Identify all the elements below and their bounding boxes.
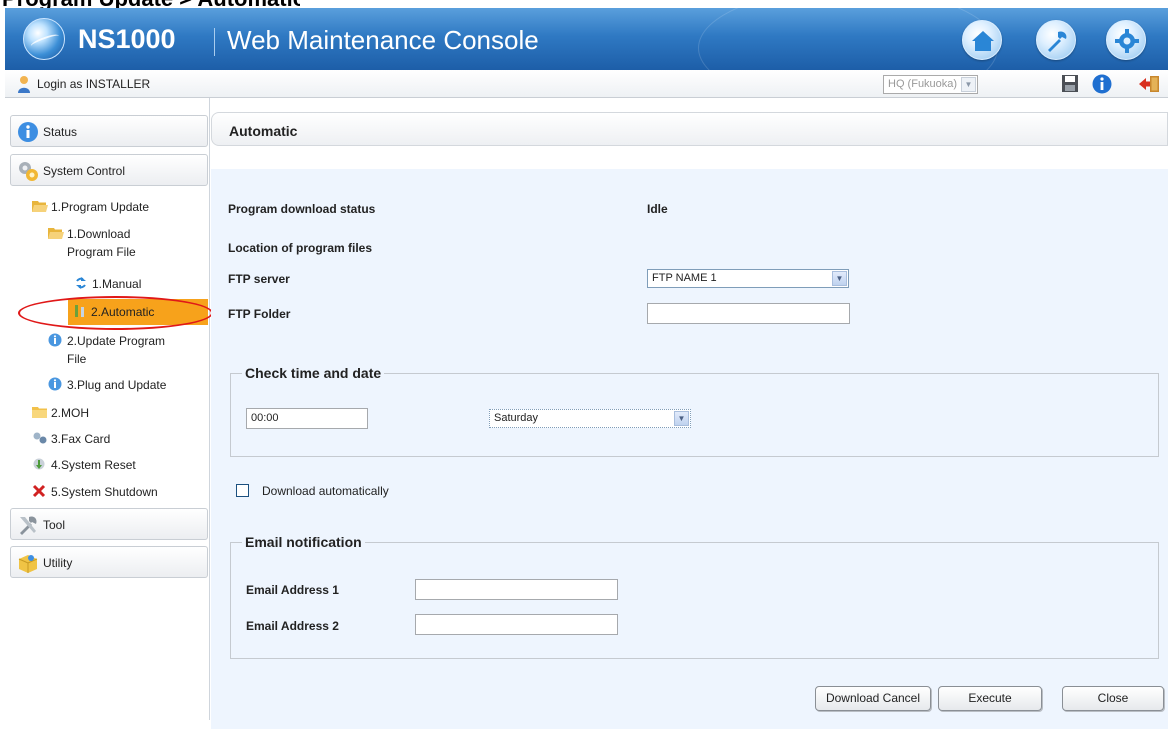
close-icon xyxy=(32,484,46,498)
refresh-icon xyxy=(76,277,86,289)
sidebar-item-fax-card[interactable]: 3.Fax Card xyxy=(32,430,110,448)
sidebar-item-manual[interactable]: 1.Manual xyxy=(73,275,141,293)
info-icon xyxy=(18,122,38,142)
sidebar-item-label: 1.Program Update xyxy=(51,200,150,214)
email2-label: Email Address 2 xyxy=(246,619,339,633)
settings-button[interactable] xyxy=(1106,20,1146,60)
sidebar-section-label: Tool xyxy=(43,518,66,532)
page-heading: Program Update > Automatic xyxy=(0,0,300,8)
app-header: NS1000 Web Maintenance Console xyxy=(5,8,1168,70)
sidebar-item-label: 2.Automatic xyxy=(91,305,155,319)
download-status-label: Program download status xyxy=(228,202,376,216)
check-time-title: Check time and date xyxy=(242,365,385,381)
sidebar-item-label: 2.MOH xyxy=(51,406,90,420)
download-status-value: Idle xyxy=(647,202,668,216)
day-select-value: Saturday xyxy=(494,412,539,424)
sidebar-item-label-line2: Program File xyxy=(67,245,136,259)
header-divider xyxy=(214,28,215,56)
site-select-value: HQ (Fukuoka) xyxy=(888,78,958,90)
email2-input[interactable] xyxy=(415,614,618,635)
header-decoration xyxy=(698,8,998,70)
sidebar-section-status[interactable]: Status xyxy=(10,115,208,147)
schedule-icon xyxy=(75,305,84,317)
app-brand: NS1000 xyxy=(78,24,176,54)
sidebar-section-label: Utility xyxy=(43,556,73,570)
info-circle-icon xyxy=(48,377,62,391)
ftp-server-select[interactable]: FTP NAME 1 ▼ xyxy=(647,269,849,288)
sidebar-item-system-shutdown[interactable]: 5.System Shutdown xyxy=(32,483,158,501)
sidebar-item-label: 2.Update Program xyxy=(67,334,166,348)
download-auto-label: Download automatically xyxy=(262,484,389,498)
sidebar-item-label: 5.System Shutdown xyxy=(51,485,158,499)
folder-open-icon xyxy=(32,201,48,212)
sidebar-item-program-update[interactable]: 1.Program Update xyxy=(32,198,149,216)
reset-icon xyxy=(33,458,45,470)
ftp-server-value: FTP NAME 1 xyxy=(652,272,717,284)
sidebar-section-tool[interactable]: Tool xyxy=(10,508,208,540)
user-icon xyxy=(18,76,30,93)
home-button[interactable] xyxy=(962,20,1002,60)
ftp-server-label: FTP server xyxy=(228,272,290,286)
sidebar-item-automatic[interactable]: 2.Automatic xyxy=(68,299,208,325)
sidebar-item-label: 1.Manual xyxy=(92,277,142,291)
email-notification-group xyxy=(230,542,1159,659)
email1-input[interactable] xyxy=(415,579,618,600)
day-select[interactable]: Saturday ▼ xyxy=(489,409,691,428)
sidebar-section-system-control[interactable]: System Control xyxy=(10,154,208,186)
close-button[interactable]: Close xyxy=(1062,686,1164,711)
sidebar: Status System Control 1.Program Update 1… xyxy=(5,98,213,720)
tool-button[interactable] xyxy=(1036,20,1076,60)
sidebar-item-label-line2: File xyxy=(67,352,87,366)
sidebar-item-system-reset[interactable]: 4.System Reset xyxy=(32,456,136,474)
chevron-down-icon: ▼ xyxy=(961,77,976,92)
site-select[interactable]: HQ (Fukuoka) ▼ xyxy=(883,75,978,94)
time-input[interactable]: 00:00 xyxy=(246,408,368,429)
home-icon xyxy=(972,31,994,51)
execute-button[interactable]: Execute xyxy=(938,686,1042,711)
chevron-down-icon: ▼ xyxy=(832,271,847,286)
download-auto-checkbox[interactable] xyxy=(236,484,249,497)
system-control-icon xyxy=(19,162,38,181)
download-cancel-button[interactable]: Download Cancel xyxy=(815,686,931,711)
app-subtitle: Web Maintenance Console xyxy=(227,25,539,55)
sidebar-item-label: 3.Plug and Update xyxy=(67,378,167,392)
email-notification-title: Email notification xyxy=(242,534,365,550)
chevron-down-icon: ▼ xyxy=(674,411,689,426)
tool-icon xyxy=(20,516,37,535)
info-circle-icon xyxy=(48,333,62,347)
sidebar-item-label: 1.Download xyxy=(67,227,131,241)
fax-card-icon xyxy=(33,432,47,444)
info-icon[interactable] xyxy=(1092,74,1112,94)
sidebar-item-download-program-file[interactable]: 1.Download Program File xyxy=(48,225,136,261)
main-panel: Automatic Program download status Idle L… xyxy=(211,98,1168,729)
sidebar-item-label: 3.Fax Card xyxy=(51,432,111,446)
login-status: Login as INSTALLER xyxy=(37,77,151,91)
folder-icon xyxy=(32,407,47,418)
location-label: Location of program files xyxy=(228,241,373,255)
sidebar-item-automatic-inner: 2.Automatic xyxy=(72,303,154,321)
panel-header: Automatic xyxy=(211,112,1168,146)
save-icon[interactable] xyxy=(1062,75,1078,92)
sidebar-item-plug-and-update[interactable]: 3.Plug and Update xyxy=(48,376,166,394)
sidebar-section-utility[interactable]: Utility xyxy=(10,546,208,578)
ftp-folder-input[interactable] xyxy=(647,303,850,324)
ftp-folder-label: FTP Folder xyxy=(228,307,291,321)
gear-icon xyxy=(1115,29,1139,53)
sidebar-item-moh[interactable]: 2.MOH xyxy=(32,404,89,422)
tool-icon xyxy=(1048,31,1067,52)
sidebar-section-label: Status xyxy=(43,125,78,139)
folder-open-icon xyxy=(48,228,64,239)
sidebar-item-update-program-file[interactable]: 2.Update Program File xyxy=(48,332,165,368)
utility-box-icon xyxy=(18,555,38,573)
sidebar-section-label: System Control xyxy=(43,164,126,178)
check-time-group xyxy=(230,373,1159,457)
email1-label: Email Address 1 xyxy=(246,583,339,597)
login-bar: Login as INSTALLER HQ (Fukuoka) ▼ xyxy=(5,70,1168,98)
sidebar-item-label: 4.System Reset xyxy=(51,458,136,472)
logout-icon[interactable] xyxy=(1138,75,1160,93)
panel-title: Automatic xyxy=(229,123,298,139)
globe-logo-icon xyxy=(23,18,65,60)
